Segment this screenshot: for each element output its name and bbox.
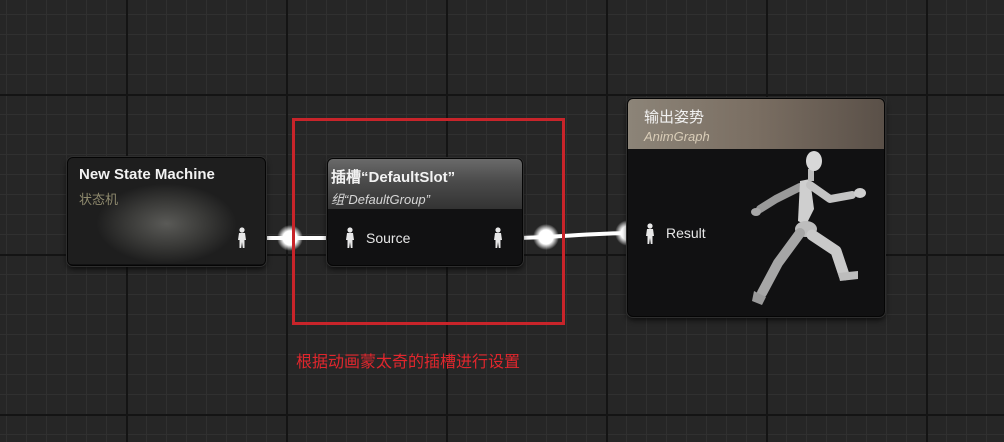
output-pose-title: 输出姿势 [644, 109, 705, 126]
result-pin-label: Result [666, 225, 706, 241]
annotation-highlight-box [292, 118, 565, 325]
pose-pin-icon[interactable] [644, 223, 656, 245]
annotation-text: 根据动画蒙太奇的插槽进行设置 [296, 354, 521, 371]
state-machine-node[interactable]: New State Machine 状态机 [67, 157, 266, 266]
state-machine-title: New State Machine [79, 166, 215, 183]
output-pose-node[interactable]: 输出姿势 AnimGraph Result [627, 98, 885, 317]
output-pose-subtitle: AnimGraph [644, 129, 710, 144]
pose-pin-icon[interactable] [236, 227, 248, 249]
running-mannequin-icon [751, 151, 866, 305]
state-machine-subtitle: 状态机 [79, 192, 119, 207]
